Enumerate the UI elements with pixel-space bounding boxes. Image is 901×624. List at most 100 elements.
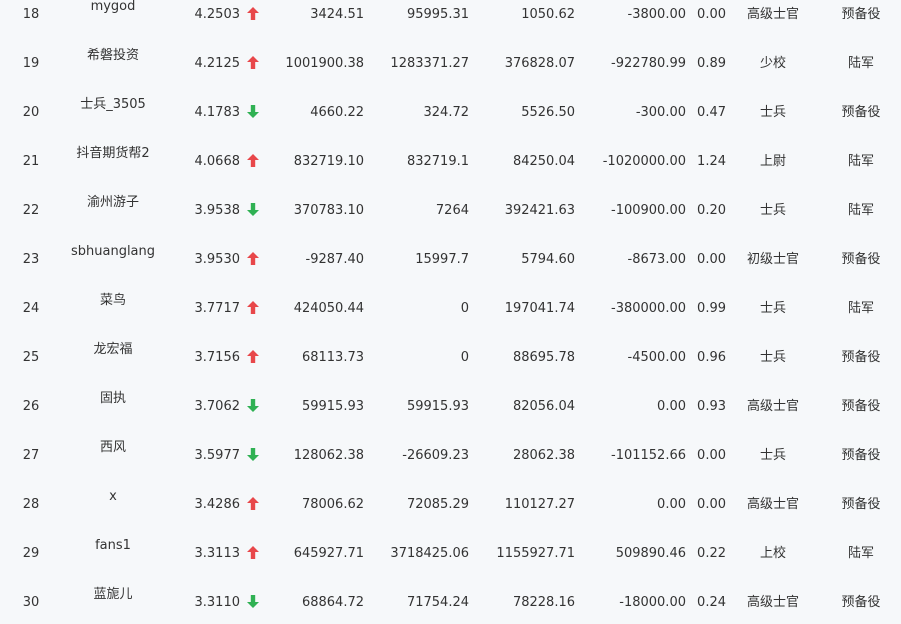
military-rank-cell: 少校	[759, 56, 786, 71]
value4-cell: 0.00	[657, 399, 686, 414]
military-rank-cell: 士兵	[759, 350, 786, 365]
military-rank-cell: 初级士官	[746, 252, 799, 267]
name-cell: mygod	[90, 0, 136, 14]
value5-cell: 0.00	[697, 7, 726, 22]
table-row: 26 固执 3.7062 59915.93 59915.93 82056.04 0.00 0.…	[0, 382, 901, 431]
arrow-up-icon	[246, 333, 260, 382]
table-row: 29 fans1 3.3113 645927.71 3718425.06 1155927.…	[0, 529, 901, 578]
value3-cell: 1155927.71	[496, 546, 575, 561]
name-cell: sbhuanglang	[70, 244, 156, 259]
military-rank-cell: 士兵	[759, 203, 786, 218]
branch-cell: 预备役	[841, 399, 881, 414]
value2-cell: 15997.7	[415, 252, 469, 267]
table-row: 20 士兵_3505 4.1783 4660.22 324.72 5526.50 -300.…	[0, 88, 901, 137]
rank-cell: 25	[22, 350, 40, 365]
table-row: 24 菜鸟 3.7717 424050.44 0 197041.74 -380000.00 0…	[0, 284, 901, 333]
value2-cell: 7264	[435, 203, 469, 218]
name-cell: 蓝旎儿	[93, 587, 133, 602]
name-cell: 龙宏福	[93, 342, 133, 357]
arrow-down-icon	[246, 382, 260, 431]
value1-cell: -9287.40	[305, 252, 364, 267]
branch-cell: 预备役	[841, 497, 881, 512]
score-cell: 3.9530	[194, 252, 241, 267]
value2-cell: 1283371.27	[390, 56, 469, 71]
value4-cell: -100900.00	[611, 203, 686, 218]
value2-cell: 324.72	[423, 105, 470, 120]
score-cell: 3.3110	[194, 595, 241, 610]
value5-cell: 0.93	[697, 399, 726, 414]
arrow-up-icon	[246, 0, 260, 39]
name-cell: x	[109, 489, 117, 504]
arrow-up-icon	[246, 137, 260, 186]
branch-cell: 预备役	[841, 350, 881, 365]
score-cell: 3.4286	[194, 497, 241, 512]
score-cell: 3.5977	[194, 448, 241, 463]
arrow-down-icon	[246, 578, 260, 624]
value3-cell: 392421.63	[504, 203, 575, 218]
name-cell: 固执	[99, 391, 126, 406]
score-cell: 4.2503	[194, 7, 241, 22]
value3-cell: 110127.27	[504, 497, 575, 512]
value2-cell: 59915.93	[406, 399, 469, 414]
table-row: 23 sbhuanglang 3.9530 -9287.40 15997.7 5794.6…	[0, 235, 901, 284]
table-row: 22 渝州游子 3.9538 370783.10 7264 392421.63 -10090…	[0, 186, 901, 235]
military-rank-cell: 高级士官	[746, 399, 799, 414]
value1-cell: 3424.51	[310, 7, 364, 22]
table-row: 25 龙宏福 3.7156 68113.73 0 88695.78 -4500.00 0.96…	[0, 333, 901, 382]
value5-cell: 0.24	[697, 595, 726, 610]
rank-cell: 20	[22, 105, 40, 120]
value5-cell: 0.20	[697, 203, 726, 218]
table-row: 28 x 3.4286 78006.62 72085.29 110127.27 0.00 0.…	[0, 480, 901, 529]
rank-cell: 22	[22, 203, 40, 218]
score-cell: 3.3113	[194, 546, 241, 561]
score-cell: 4.1783	[194, 105, 241, 120]
rank-cell: 24	[22, 301, 40, 316]
military-rank-cell: 士兵	[759, 105, 786, 120]
rank-cell: 28	[22, 497, 40, 512]
value2-cell: -26609.23	[402, 448, 469, 463]
branch-cell: 预备役	[841, 595, 881, 610]
arrow-down-icon	[246, 431, 260, 480]
value5-cell: 1.24	[697, 154, 726, 169]
name-cell: 渝州游子	[86, 195, 139, 210]
value5-cell: 0.47	[697, 105, 726, 120]
name-cell: 西风	[99, 440, 126, 455]
table-row: 19 希磐投资 4.2125 1001900.38 1283371.27 376828.0…	[0, 39, 901, 88]
value5-cell: 0.00	[697, 497, 726, 512]
military-rank-cell: 高级士官	[746, 595, 799, 610]
value4-cell: 509890.46	[615, 546, 686, 561]
military-rank-cell: 士兵	[759, 301, 786, 316]
value2-cell: 3718425.06	[390, 546, 469, 561]
value4-cell: 0.00	[657, 497, 686, 512]
value1-cell: 1001900.38	[285, 56, 364, 71]
value3-cell: 82056.04	[512, 399, 575, 414]
branch-cell: 陆军	[847, 301, 874, 316]
value4-cell: -18000.00	[619, 595, 686, 610]
table-row: 30 蓝旎儿 3.3110 68864.72 71754.24 78228.16 -1800…	[0, 578, 901, 624]
arrow-up-icon	[246, 39, 260, 88]
value4-cell: -101152.66	[611, 448, 686, 463]
branch-cell: 陆军	[847, 56, 874, 71]
arrow-down-icon	[246, 186, 260, 235]
value4-cell: -300.00	[635, 105, 686, 120]
value3-cell: 78228.16	[512, 595, 575, 610]
rank-cell: 21	[22, 154, 40, 169]
value1-cell: 59915.93	[301, 399, 364, 414]
value3-cell: 1050.62	[521, 7, 575, 22]
military-rank-cell: 高级士官	[746, 7, 799, 22]
value2-cell: 72085.29	[406, 497, 469, 512]
rank-cell: 26	[22, 399, 40, 414]
value1-cell: 370783.10	[293, 203, 364, 218]
value5-cell: 0.96	[697, 350, 726, 365]
branch-cell: 陆军	[847, 154, 874, 169]
value4-cell: -4500.00	[627, 350, 686, 365]
military-rank-cell: 上尉	[759, 154, 786, 169]
value5-cell: 0.89	[697, 56, 726, 71]
score-cell: 3.7717	[194, 301, 241, 316]
value3-cell: 5526.50	[521, 105, 575, 120]
value1-cell: 68113.73	[301, 350, 364, 365]
value2-cell: 95995.31	[406, 7, 469, 22]
score-cell: 3.7156	[194, 350, 241, 365]
rank-cell: 30	[22, 595, 40, 610]
arrow-up-icon	[246, 480, 260, 529]
